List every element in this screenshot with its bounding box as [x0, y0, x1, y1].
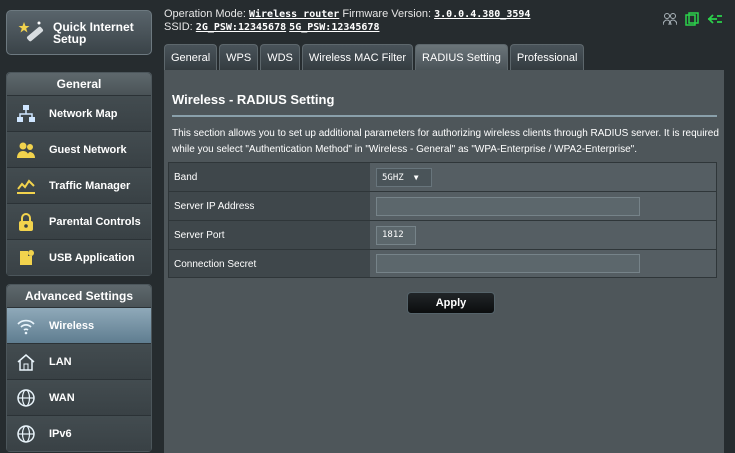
operation-mode-link[interactable]: Wireless router	[249, 9, 339, 20]
ssid-line: SSID: 2G_PSW:12345678 5G_PSW:12345678	[164, 21, 735, 34]
lan-icon	[15, 351, 37, 373]
tab-wds[interactable]: WDS	[260, 44, 300, 70]
operation-mode-label: Operation Mode:	[164, 8, 246, 20]
tab-wps[interactable]: WPS	[219, 44, 259, 70]
advanced-settings-title: Advanced Settings	[7, 285, 151, 307]
page-title: Wireless - RADIUS Setting	[172, 92, 335, 107]
network-map-icon	[15, 103, 37, 125]
radius-settings-table: Band 5GHZ ▼ Server IP Address Server Port…	[168, 162, 717, 278]
sidebar-item-guest-network[interactable]: Guest Network	[7, 131, 151, 167]
firmware-label: Firmware Version:	[342, 8, 432, 20]
firmware-version-link[interactable]: 3.0.0.4.380_3594	[434, 9, 530, 20]
server-port-row: Server Port	[168, 220, 717, 249]
status-icons	[663, 12, 723, 26]
general-section: General Network Map Guest Network Traffi…	[6, 72, 152, 276]
wan-icon	[15, 387, 37, 409]
sidebar-item-label: LAN	[49, 355, 72, 368]
ssid-2g-link[interactable]: 2G_PSW:12345678	[196, 22, 286, 33]
server-ip-row: Server IP Address	[168, 191, 717, 220]
sidebar-item-network-map[interactable]: Network Map	[7, 95, 151, 131]
clients-icon[interactable]	[663, 12, 677, 26]
internet-status-icon[interactable]	[707, 12, 723, 26]
band-row: Band 5GHZ ▼	[168, 162, 717, 191]
sidebar: Quick Internet Setup General Network Map…	[0, 0, 160, 453]
sidebar-item-label: USB Application	[49, 251, 135, 264]
parental-controls-icon	[15, 211, 37, 233]
status-bar: Operation Mode: Wireless router Firmware…	[164, 8, 735, 43]
ipv6-icon	[15, 423, 37, 445]
wireless-icon	[15, 315, 37, 337]
quick-internet-setup-label: Quick Internet Setup	[53, 19, 134, 46]
tab-wireless-mac-filter[interactable]: Wireless MAC Filter	[301, 44, 414, 70]
sidebar-item-label: WAN	[49, 391, 75, 404]
connection-secret-row: Connection Secret	[168, 249, 717, 278]
operation-mode-line: Operation Mode: Wireless router Firmware…	[164, 8, 735, 21]
traffic-manager-icon	[15, 175, 37, 197]
page-description: This section allows you to set up additi…	[172, 128, 719, 155]
quick-internet-setup-button[interactable]: Quick Internet Setup	[6, 10, 152, 55]
chevron-down-icon: ▼	[413, 172, 419, 182]
tab-professional[interactable]: Professional	[509, 44, 585, 70]
magic-wand-icon	[18, 21, 44, 41]
sidebar-item-wireless[interactable]: Wireless	[7, 307, 151, 343]
sidebar-item-label: Traffic Manager	[49, 179, 131, 192]
sidebar-item-usb-application[interactable]: USB Application	[7, 239, 151, 275]
sidebar-item-traffic-manager[interactable]: Traffic Manager	[7, 167, 151, 203]
server-ip-label: Server IP Address	[169, 192, 370, 220]
ssid-5g-link[interactable]: 5G_PSW:12345678	[289, 22, 379, 33]
sidebar-item-label: Network Map	[49, 107, 118, 120]
usb-application-icon	[15, 247, 37, 269]
connection-secret-input[interactable]	[376, 254, 640, 273]
ssid-label: SSID:	[164, 21, 193, 33]
sidebar-item-label: Parental Controls	[49, 215, 141, 228]
server-ip-input[interactable]	[376, 196, 640, 216]
usb-status-icon[interactable]	[685, 12, 699, 26]
server-port-value-cell	[370, 221, 716, 249]
server-ip-value-cell	[370, 192, 716, 220]
general-section-title: General	[7, 73, 151, 95]
connection-secret-value-cell	[370, 250, 716, 277]
sidebar-item-wan[interactable]: WAN	[7, 379, 151, 415]
connection-secret-label: Connection Secret	[169, 250, 370, 277]
apply-button[interactable]: Apply	[407, 292, 495, 314]
advanced-settings-section: Advanced Settings Wireless LAN WAN IPv6	[6, 284, 152, 452]
sidebar-item-label: Wireless	[49, 319, 95, 332]
tab-radius-setting[interactable]: RADIUS Setting	[415, 44, 508, 70]
band-select[interactable]: 5GHZ ▼	[376, 167, 432, 187]
band-value-cell: 5GHZ ▼	[370, 163, 716, 191]
tab-general[interactable]: General	[164, 44, 218, 70]
server-port-input[interactable]	[376, 225, 416, 245]
sidebar-item-label: Guest Network	[49, 143, 127, 156]
sidebar-item-label: IPv6	[49, 427, 72, 440]
server-port-label: Server Port	[169, 221, 370, 249]
band-label: Band	[169, 163, 370, 191]
title-divider	[172, 115, 717, 117]
sidebar-item-parental-controls[interactable]: Parental Controls	[7, 203, 151, 239]
sidebar-item-ipv6[interactable]: IPv6	[7, 415, 151, 451]
sidebar-item-lan[interactable]: LAN	[7, 343, 151, 379]
band-selected-value: 5GHZ	[382, 172, 404, 183]
wireless-tabs: General WPS WDS Wireless MAC Filter RADI…	[164, 44, 585, 70]
main-panel: Wireless - RADIUS Setting This section a…	[164, 70, 724, 453]
guest-network-icon	[15, 139, 37, 161]
